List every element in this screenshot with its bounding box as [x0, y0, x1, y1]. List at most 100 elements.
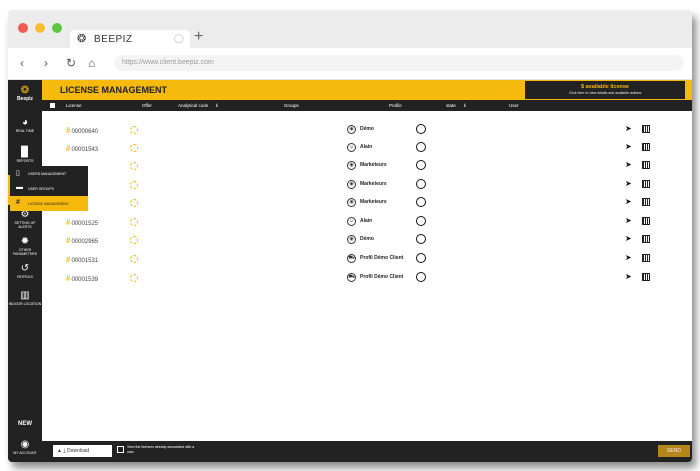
send-icon[interactable]: ➤	[625, 197, 632, 206]
table-row[interactable]: ◉ Marketeurs ➤	[42, 158, 692, 176]
qr-code-icon[interactable]	[642, 161, 650, 169]
column-header-offer[interactable]: Offer	[142, 103, 152, 108]
maximize-window-button[interactable]	[52, 23, 62, 33]
state-toggle[interactable]	[416, 253, 426, 263]
offer-icon[interactable]	[130, 144, 138, 152]
submenu-item-license-management[interactable]: # License management	[10, 196, 88, 211]
forward-icon[interactable]: ›	[44, 56, 48, 70]
hash-icon: #	[66, 236, 71, 245]
submenu-item-label: License management	[28, 202, 70, 206]
qr-code-icon[interactable]	[642, 254, 650, 262]
qr-code-icon[interactable]	[642, 217, 650, 225]
offer-icon[interactable]	[130, 126, 138, 134]
available-license-button[interactable]: $ available license Click here to view d…	[525, 81, 685, 99]
info-icon[interactable]: ℹ	[216, 103, 218, 109]
reload-icon[interactable]: ↻	[66, 56, 76, 70]
send-icon[interactable]: ➤	[625, 234, 632, 243]
qr-code-icon[interactable]	[642, 198, 650, 206]
license-number[interactable]: #00001539	[66, 274, 98, 283]
close-tab-icon[interactable]: ◯	[174, 33, 184, 44]
column-header-user[interactable]: User	[509, 103, 519, 108]
new-tab-icon[interactable]: +	[194, 28, 203, 46]
caret-up-icon: ▲	[57, 448, 62, 454]
column-header-profile[interactable]: Profile	[389, 103, 402, 108]
sidebar-item-new[interactable]: NEW	[8, 415, 42, 429]
sidebar-item-my-account[interactable]: ◉ MY ACCOUNT	[8, 436, 42, 462]
license-number[interactable]: #00001525	[66, 218, 98, 227]
submenu-item-users-management[interactable]: ▯ Users management	[10, 166, 88, 181]
table-row[interactable]: #00001539 ⛟ Profil Démo Client ➤	[42, 270, 692, 288]
state-toggle[interactable]	[416, 216, 426, 226]
state-toggle[interactable]	[416, 197, 426, 207]
qr-code-icon[interactable]	[642, 180, 650, 188]
offer-icon[interactable]	[130, 181, 138, 189]
state-toggle[interactable]	[416, 272, 426, 282]
column-header-license[interactable]: License	[66, 103, 82, 108]
profile-name: Marketeurs	[360, 199, 387, 205]
qr-code-icon[interactable]	[642, 125, 650, 133]
qr-code-icon[interactable]	[642, 143, 650, 151]
profile-name: Alain	[360, 218, 373, 224]
send-icon[interactable]: ➤	[625, 272, 632, 281]
close-window-button[interactable]	[18, 23, 28, 33]
sidebar-item-patrols[interactable]: ↺ Patrols	[8, 260, 42, 290]
send-icon[interactable]: ➤	[625, 160, 632, 169]
browser-tab[interactable]: ❂ BEEPIZ ◯	[70, 30, 190, 48]
table-row[interactable]: #00001531 ⛟ Profil Démo Client ➤	[42, 251, 692, 269]
sidebar-item-label: Real time	[15, 129, 35, 133]
license-number[interactable]: #00001531	[66, 255, 98, 264]
send-icon[interactable]: ➤	[625, 142, 632, 151]
brand-logo[interactable]: ❂ Beepiz	[8, 82, 42, 112]
send-button[interactable]: SEND	[658, 445, 690, 457]
send-icon[interactable]: ➤	[625, 124, 632, 133]
license-number[interactable]: #00000640	[66, 126, 98, 135]
state-toggle[interactable]	[416, 142, 426, 152]
sidebar-item-indoor-location[interactable]: ▥ Indoor location	[8, 287, 42, 317]
license-number[interactable]: #00001543	[66, 144, 98, 153]
qr-code-icon[interactable]	[642, 273, 650, 281]
offer-icon[interactable]	[130, 236, 138, 244]
back-icon[interactable]: ‹	[20, 56, 24, 70]
table-row[interactable]: #00001543 ☺ Alain ➤	[42, 140, 692, 158]
state-toggle[interactable]	[416, 160, 426, 170]
home-icon[interactable]: ⌂	[88, 56, 95, 70]
table-row[interactable]: #00000640 ◉ Démo ➤	[42, 122, 692, 140]
submenu-item-user-groups[interactable]: ▬ User groups	[10, 181, 88, 196]
table-row[interactable]: #00002965 ◉ Démo ➤	[42, 232, 692, 250]
url-field[interactable]: https://www.client.beepiz.com	[114, 55, 684, 71]
info-icon[interactable]: ℹ	[464, 103, 466, 109]
table-row[interactable]: ◉ Marketeurs ➤	[42, 177, 692, 195]
profile-name: Marketeurs	[360, 181, 387, 187]
offer-icon[interactable]	[130, 218, 138, 226]
select-all-checkbox[interactable]	[50, 103, 55, 108]
table-row[interactable]: #00001525 ☺ Alain ➤	[42, 214, 692, 232]
location-pin-icon: ❂	[77, 33, 87, 45]
offer-icon[interactable]	[130, 199, 138, 207]
license-number-text: 00001531	[71, 258, 99, 264]
download-button[interactable]: ▲ ⤓ Download	[53, 445, 112, 457]
offer-icon[interactable]	[130, 255, 138, 263]
view-associated-checkbox[interactable]	[117, 446, 124, 453]
state-toggle[interactable]	[416, 234, 426, 244]
send-icon[interactable]: ➤	[625, 179, 632, 188]
download-label: Download	[66, 448, 90, 454]
column-header-state[interactable]: state	[446, 103, 456, 108]
license-number[interactable]: #00002965	[66, 236, 98, 245]
offer-icon[interactable]	[130, 162, 138, 170]
table-header: License Offer Analytical code ℹ Groups P…	[42, 100, 692, 111]
qr-code-icon[interactable]	[642, 235, 650, 243]
offer-icon[interactable]	[130, 274, 138, 282]
state-toggle[interactable]	[416, 179, 426, 189]
sidebar-item-real-time[interactable]: ◕ Real time	[8, 114, 42, 144]
state-toggle[interactable]	[416, 124, 426, 134]
column-header-groups[interactable]: Groups	[284, 103, 299, 108]
sidebar-item-other-parameters[interactable]: ✹ Other parameters	[8, 233, 42, 263]
sidebar-item-label: Patrols	[17, 275, 33, 279]
minimize-window-button[interactable]	[35, 23, 45, 33]
page-header: LICENSE MANAGEMENT $ available license C…	[42, 80, 692, 100]
table-row[interactable]: ◉ Marketeurs ➤	[42, 195, 692, 213]
column-header-analytical-code[interactable]: Analytical code	[178, 103, 208, 108]
send-icon[interactable]: ➤	[625, 216, 632, 225]
send-icon[interactable]: ➤	[625, 253, 632, 262]
license-number-text: 00001543	[71, 147, 99, 153]
